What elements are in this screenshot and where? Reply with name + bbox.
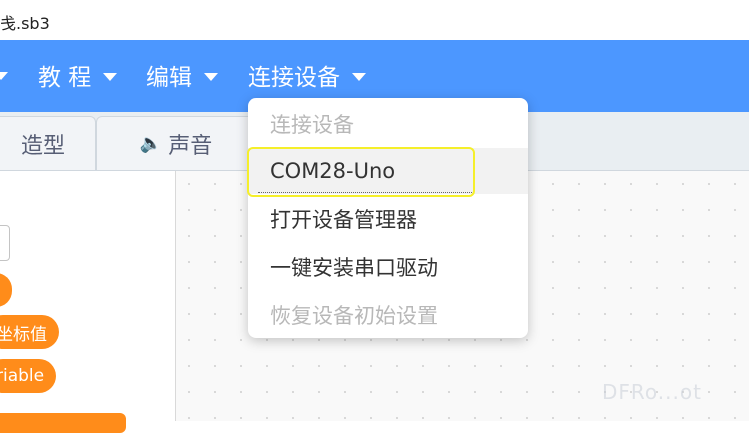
block-palette: 坐标值 riable [0,171,176,433]
title-bar: 戋.sb3 [0,0,749,41]
chevron-down-icon [352,72,366,81]
block-coordinate[interactable]: 坐标值 [0,315,59,349]
block-coordinate-label: 坐标值 [0,324,47,345]
speaker-icon: 🔈 [139,133,163,154]
block-variable[interactable]: riable [0,359,57,393]
install-serial-driver[interactable]: 一键安装串口驱动 [248,244,528,290]
tab-costumes-label: 造型 [20,133,65,159]
chevron-down-icon [103,72,118,81]
chevron-down-icon [204,72,218,81]
block-variable-label: riable [0,366,45,386]
connect-device-dropdown: 连接设备 COM28-Uno 打开设备管理器 一键安装串口驱动 恢复设备初始设置 [248,98,528,338]
menu-tutorials-label: 教 程 [38,65,92,91]
tab-costumes[interactable]: 造型 [0,116,96,170]
input-field[interactable] [0,225,10,261]
menu-edit-label: 编辑 [146,65,192,91]
menu-connect-device-label: 连接设备 [248,65,340,91]
tab-sounds[interactable]: 🔈 声音 [96,116,256,170]
dropdown-header: 连接设备 [270,113,354,137]
menu-edit[interactable]: 编辑 [146,58,218,92]
device-com28-uno[interactable]: COM28-Uno [248,148,528,194]
chevron-down-icon[interactable] [0,72,8,80]
window-title: 戋.sb3 [0,14,50,33]
watermark: DFRo...ot [602,380,702,404]
block-partial[interactable] [0,413,126,433]
open-device-manager[interactable]: 打开设备管理器 [248,196,528,242]
block-dot[interactable] [0,273,12,307]
tab-sounds-label: 声音 [168,133,213,159]
restore-device-defaults: 恢复设备初始设置 [270,304,438,328]
menu-connect-device[interactable]: 连接设备 [248,58,366,92]
menu-tutorials[interactable]: 教 程 [38,58,118,92]
